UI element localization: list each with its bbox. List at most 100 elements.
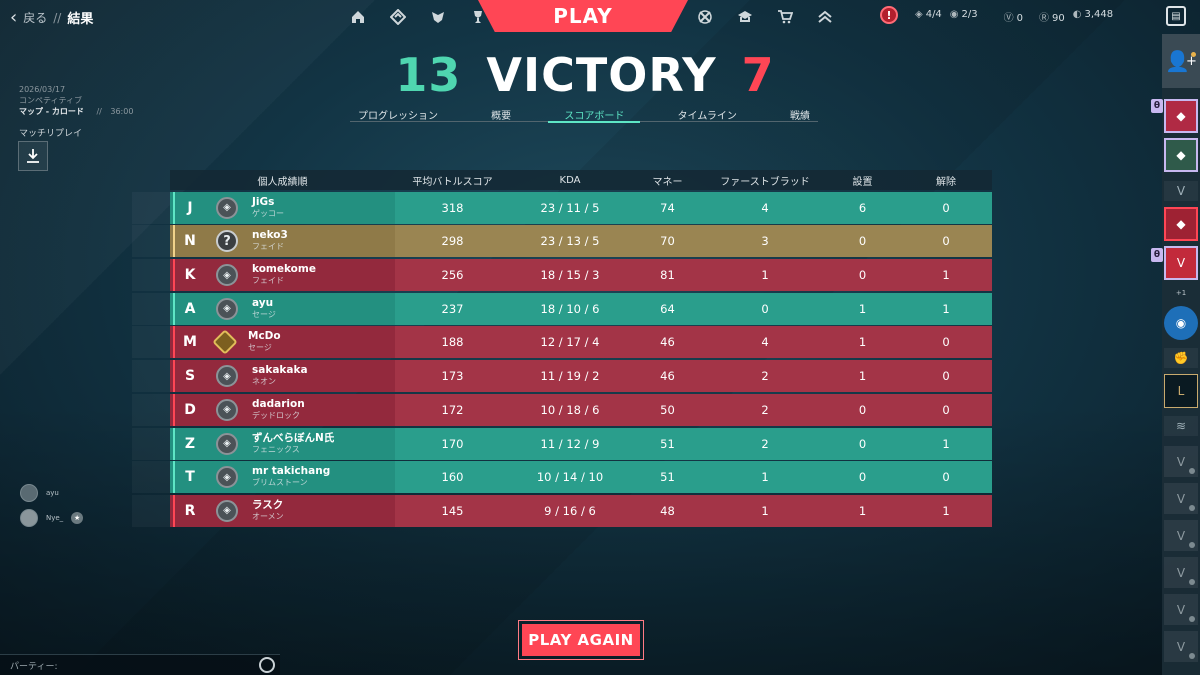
player-name[interactable]: mr takichang bbox=[252, 465, 330, 477]
table-row[interactable]: M McDo セージ 188 12 / 17 / 4 46 4 1 0 bbox=[132, 326, 992, 359]
player-cell[interactable]: S ◈ sakakaka ネオン bbox=[170, 360, 395, 393]
player-name[interactable]: sakakaka bbox=[252, 364, 308, 376]
tab-summary[interactable]: 概要 bbox=[483, 107, 519, 122]
player-name[interactable]: JiGs bbox=[252, 196, 284, 208]
tab-scoreboard[interactable]: スコアボード bbox=[548, 107, 641, 123]
defuses-value: 0 bbox=[942, 470, 950, 485]
player-name[interactable]: dadarion bbox=[252, 398, 305, 410]
fist-group-icon[interactable]: ✊ bbox=[1164, 348, 1198, 368]
unranked-rank-icon[interactable]: ◈ bbox=[216, 196, 238, 219]
player-name[interactable]: ayu bbox=[252, 297, 276, 309]
party-chat-bar[interactable]: パーティー: bbox=[0, 654, 280, 675]
vp-stat[interactable]: Ⓥ 0 bbox=[1004, 9, 1023, 24]
offline-friend-icon[interactable]: V bbox=[1164, 483, 1198, 514]
header-kda[interactable]: KDA bbox=[510, 175, 630, 186]
more-friends-count[interactable]: +1 bbox=[1164, 289, 1198, 303]
offline-friend-icon[interactable]: V bbox=[1164, 557, 1198, 588]
valorant-app-icon[interactable]: V bbox=[1164, 246, 1198, 280]
kingdom-credits-stat[interactable]: ◐ 3,448 bbox=[1073, 9, 1113, 24]
player-cell[interactable]: A ◈ ayu セージ bbox=[170, 292, 395, 325]
table-row[interactable]: T ◈ mr takichang ブリムストーン 160 10 / 14 / 10 51 1 0… bbox=[132, 461, 992, 494]
agents-icon[interactable] bbox=[387, 6, 409, 28]
offline-friend-icon[interactable]: V bbox=[1164, 520, 1198, 551]
unknown-rank-icon[interactable]: ? bbox=[216, 230, 238, 253]
play-tab[interactable]: PLAY bbox=[478, 0, 688, 32]
player-cell[interactable]: Z ◈ ずんべらぼんN氏 フェニックス bbox=[170, 427, 395, 460]
back-button[interactable]: ‹ 戻る // 結果 bbox=[10, 8, 93, 27]
battlepass-icon[interactable] bbox=[694, 6, 716, 28]
header-name[interactable]: 個人成績順 bbox=[170, 173, 395, 188]
table-row[interactable]: Z ◈ ずんべらぼんN氏 フェニックス 170 11 / 12 / 9 51 2 0 1 bbox=[132, 427, 992, 460]
career-pass-icon[interactable] bbox=[734, 6, 756, 28]
tab-performance[interactable]: 戦績 bbox=[782, 107, 818, 122]
player-cell[interactable]: T ◈ mr takichang ブリムストーン bbox=[170, 461, 395, 494]
offline-friend-icon[interactable]: V bbox=[1164, 631, 1198, 662]
missions-stat[interactable]: ◈ 4/4 bbox=[915, 9, 942, 24]
header-defuses[interactable]: 解除 bbox=[900, 173, 992, 188]
offline-group-icon[interactable]: ≋ bbox=[1164, 416, 1198, 436]
player-cell[interactable]: R ◈ ラスク オーメン bbox=[170, 494, 395, 527]
nav-right bbox=[694, 6, 836, 28]
row-extension bbox=[132, 393, 170, 426]
scoreboard-header: 個人成績順 平均バトルスコア KDA マネー ファーストブラッド 設置 解除 bbox=[170, 170, 992, 190]
offline-friend-icon[interactable]: V bbox=[1164, 594, 1198, 625]
player-cell[interactable]: J ◈ JiGs ゲッコー bbox=[170, 191, 395, 224]
header-acs[interactable]: 平均バトルスコア bbox=[395, 173, 510, 188]
unranked-rank-icon[interactable]: ◈ bbox=[216, 432, 238, 455]
friend-avatar[interactable]: ◆ bbox=[1164, 99, 1198, 133]
alert-icon[interactable]: ! bbox=[880, 6, 898, 24]
add-friend-button[interactable]: 👤 + bbox=[1162, 34, 1200, 88]
header-plants[interactable]: 設置 bbox=[825, 173, 900, 188]
table-row[interactable]: J ◈ JiGs ゲッコー 318 23 / 11 / 5 74 4 6 0 bbox=[132, 191, 992, 224]
player-info: ayu セージ bbox=[252, 297, 276, 321]
tab-progression[interactable]: プログレッション bbox=[350, 107, 446, 122]
player-cell[interactable]: N? neko3 フェイド bbox=[170, 225, 395, 258]
table-row[interactable]: R ◈ ラスク オーメン 145 9 / 16 / 6 48 1 1 1 bbox=[132, 494, 992, 527]
radianite-stat[interactable]: Ⓡ 90 bbox=[1039, 9, 1065, 24]
friend-avatar[interactable]: ◆ bbox=[1164, 138, 1198, 172]
party-member-name: Nye_ bbox=[46, 514, 64, 522]
player-name[interactable]: komekome bbox=[252, 263, 316, 275]
party-member[interactable]: ayu bbox=[20, 484, 83, 502]
gold-rank-icon[interactable] bbox=[212, 329, 238, 356]
play-again-button[interactable]: PLAY AGAIN bbox=[518, 620, 644, 660]
table-row[interactable]: N? neko3 フェイド 298 23 / 13 / 5 70 3 0 0 bbox=[132, 225, 992, 258]
news-icon[interactable]: ▤ bbox=[1166, 6, 1186, 26]
agent-portrait-icon: R bbox=[173, 494, 205, 527]
unranked-rank-icon[interactable]: ◈ bbox=[216, 365, 238, 388]
player-cell[interactable]: M McDo セージ bbox=[170, 326, 395, 359]
offline-friend-icon[interactable]: V bbox=[1164, 446, 1198, 477]
league-app-icon[interactable]: L bbox=[1164, 374, 1198, 408]
unranked-rank-icon[interactable]: ◈ bbox=[216, 398, 238, 421]
player-name[interactable]: neko3 bbox=[252, 229, 288, 241]
table-row[interactable]: D ◈ dadarion デッドロック 172 10 / 18 / 6 50 2 0 0 bbox=[132, 393, 992, 426]
replay-label: マッチリプレイ bbox=[19, 129, 83, 139]
career-icon[interactable] bbox=[427, 6, 449, 28]
friend-avatar[interactable]: ◉ bbox=[1164, 306, 1198, 340]
unranked-rank-icon[interactable]: ◈ bbox=[216, 466, 238, 489]
unranked-rank-icon[interactable]: ◈ bbox=[216, 297, 238, 320]
party-member[interactable]: Nye_ ★ bbox=[20, 509, 84, 527]
valorant-group-icon[interactable]: V bbox=[1164, 181, 1198, 201]
player-cell[interactable]: K ◈ komekome フェイド bbox=[170, 259, 395, 292]
friend-avatar[interactable]: ◆ bbox=[1164, 207, 1198, 241]
unranked-rank-icon[interactable]: ◈ bbox=[216, 264, 238, 287]
store-icon[interactable] bbox=[774, 6, 796, 28]
table-row[interactable]: A ◈ ayu セージ 237 18 / 10 / 6 64 0 1 1 bbox=[132, 292, 992, 325]
weeklies-stat[interactable]: ◉ 2/3 bbox=[950, 9, 978, 24]
player-name[interactable]: ラスク bbox=[252, 499, 284, 511]
header-first-blood[interactable]: ファーストブラッド bbox=[705, 173, 825, 188]
home-icon[interactable] bbox=[347, 6, 369, 28]
tab-timeline[interactable]: タイムライン bbox=[670, 107, 745, 122]
chat-settings-icon[interactable] bbox=[259, 657, 275, 673]
unranked-rank-icon[interactable]: ◈ bbox=[216, 499, 238, 522]
table-row[interactable]: S ◈ sakakaka ネオン 173 11 / 19 / 2 46 2 1 0 bbox=[132, 360, 992, 393]
player-cell[interactable]: D ◈ dadarion デッドロック bbox=[170, 393, 395, 426]
plants-value: 1 bbox=[858, 301, 867, 316]
header-money[interactable]: マネー bbox=[630, 173, 705, 188]
rank-icon[interactable] bbox=[814, 6, 836, 28]
player-name[interactable]: McDo bbox=[248, 330, 281, 342]
replay-download-button[interactable] bbox=[18, 141, 48, 171]
table-row[interactable]: K ◈ komekome フェイド 256 18 / 15 / 3 81 1 0 1 bbox=[132, 259, 992, 292]
player-name[interactable]: ずんべらぼんN氏 bbox=[252, 432, 334, 444]
